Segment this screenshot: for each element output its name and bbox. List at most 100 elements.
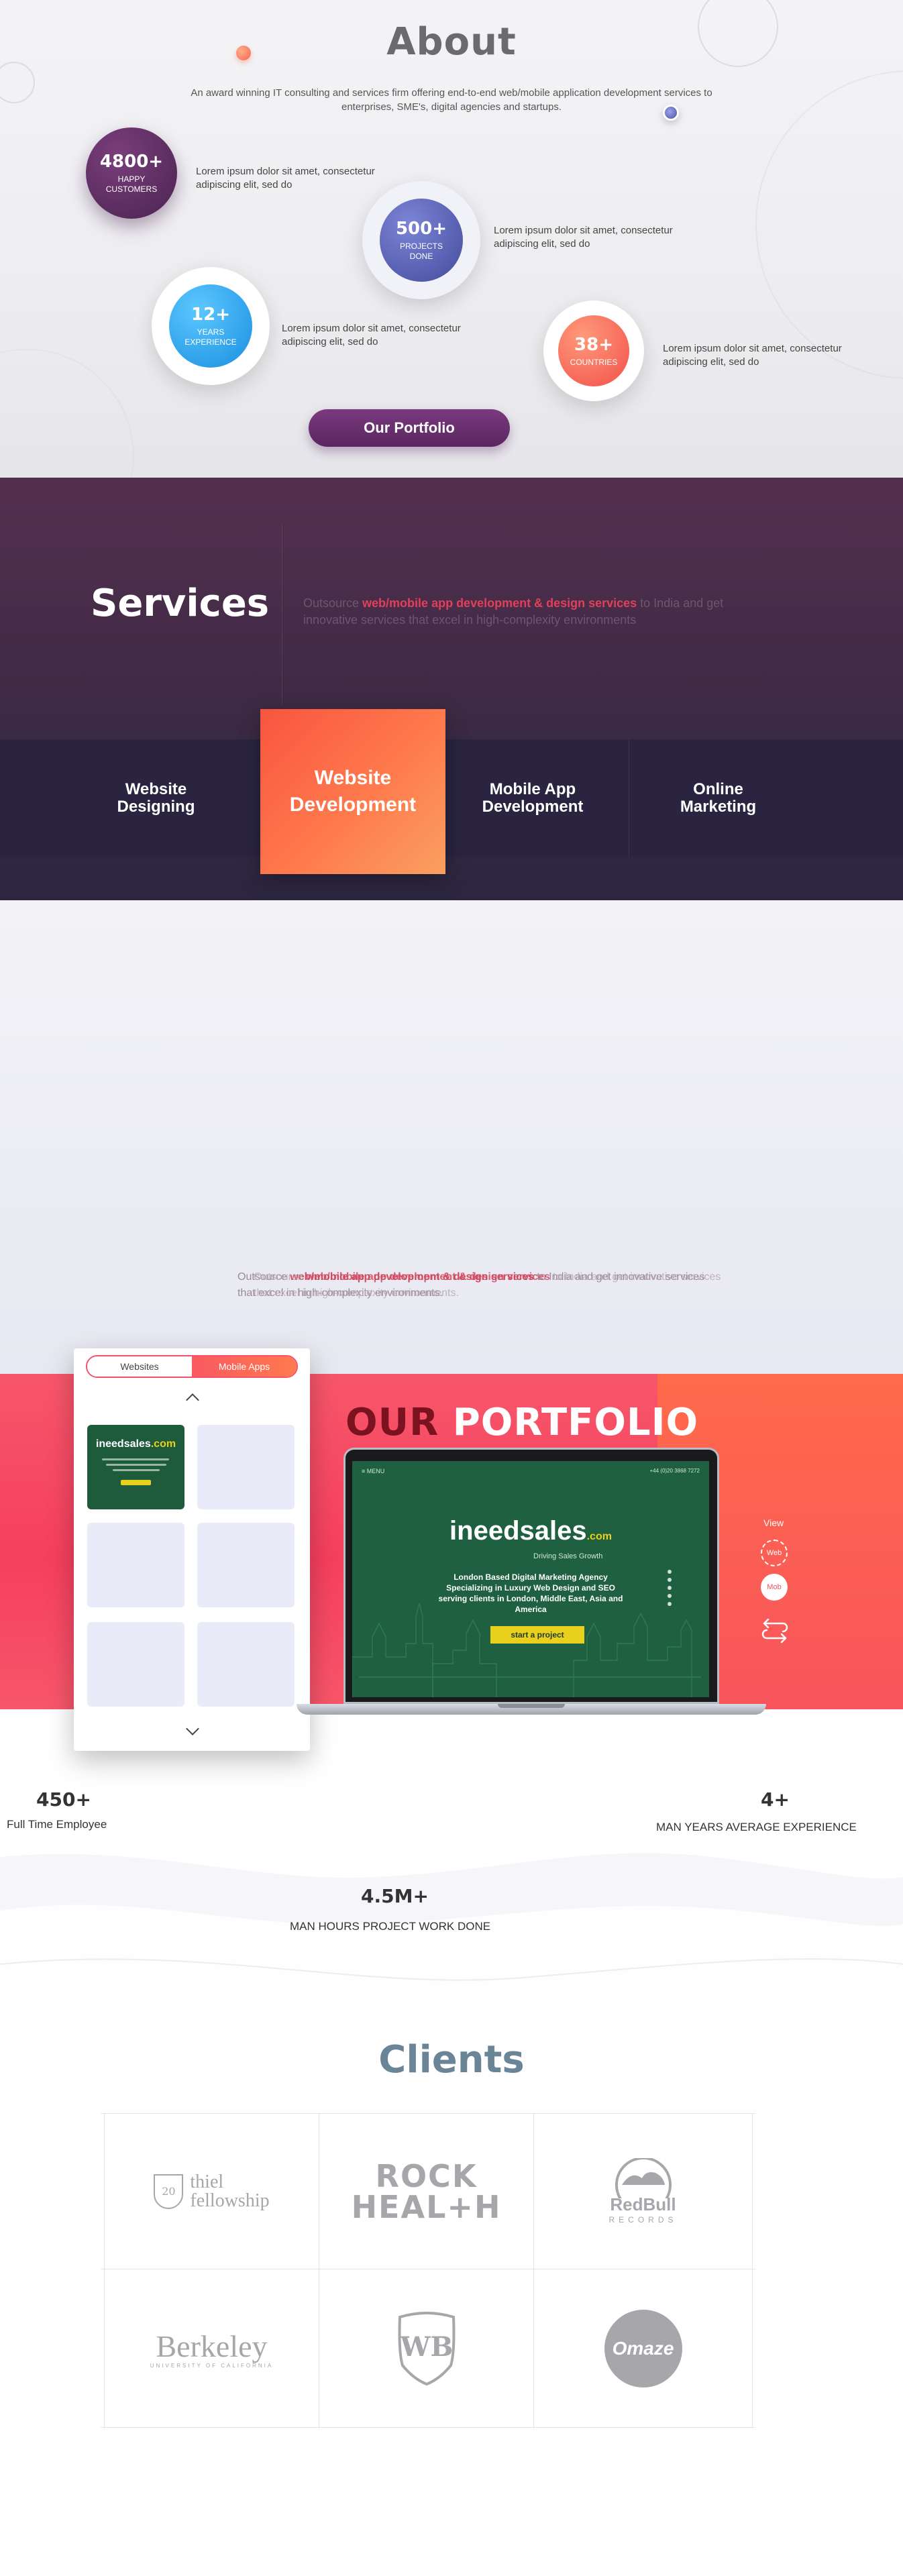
client-logo-omaze[interactable]: Omaze <box>534 2269 752 2427</box>
experience-number: 4+ <box>761 1788 790 1811</box>
stat-number: 4800+ <box>99 152 164 172</box>
decorative-ring <box>755 70 903 379</box>
tab-online-marketing[interactable]: Online Marketing <box>629 739 807 857</box>
thumb-brand: ineedsales.com <box>87 1438 184 1450</box>
portfolio-thumb-ineedsales[interactable]: ineedsales.com <box>87 1425 184 1509</box>
logo-text: fellowship <box>190 2190 270 2211</box>
view-web-button[interactable]: Web <box>761 1540 788 1566</box>
about-section: About An award winning IT consulting and… <box>0 0 903 478</box>
stat-label: HAPPY <box>117 174 146 184</box>
thiel-badge-text: 20 <box>162 2185 176 2198</box>
about-title: About <box>386 20 517 64</box>
experience-label: MAN YEARS AVERAGE EXPERIENCE <box>656 1821 857 1833</box>
stat-years-experience: 12+ YEARS EXPERIENCE <box>169 284 252 368</box>
screen-description: London Based Digital Marketing Agency Sp… <box>438 1572 623 1614</box>
red-bull-emblem-icon <box>615 2158 672 2198</box>
stat-number: 500+ <box>395 219 447 239</box>
portfolio-title-part1: OUR <box>346 1401 453 1444</box>
screen-slider-dots <box>668 1570 672 1610</box>
chevron-up-icon[interactable] <box>186 1393 199 1407</box>
swap-icon[interactable] <box>760 1615 790 1646</box>
client-logo-red-bull-records[interactable]: RedBull RECORDS <box>534 2114 752 2269</box>
thumb-line <box>113 1469 160 1471</box>
wb-shield-icon: WB <box>398 2311 455 2385</box>
client-logo-thiel-fellowship[interactable]: 20 thiel fellowship <box>105 2114 319 2269</box>
laptop-notch <box>498 1704 565 1708</box>
stat-countries: 38+ COUNTRIES <box>558 315 629 386</box>
logo-text: RedBull <box>610 2194 676 2214</box>
company-stats-section: 450+ Full Time Employee 4+ MAN YEARS AVE… <box>0 1709 903 2025</box>
screen-start-project-button: start a project <box>490 1626 584 1644</box>
employees-number: 450+ <box>36 1788 91 1811</box>
screen-brand-suffix: .com <box>586 1531 612 1542</box>
laptop-screen-preview: ≡ MENU +44 (0)20 3868 7272 ineedsales.co… <box>352 1461 709 1697</box>
screen-brand-text: ineedsales <box>449 1516 587 1546</box>
tab-websites[interactable]: Websites <box>87 1356 192 1377</box>
services-desc-prefix: Outsource <box>303 596 363 610</box>
omaze-badge: Omaze <box>604 2309 682 2387</box>
our-portfolio-button[interactable]: Our Portfolio <box>309 409 510 447</box>
clients-title: Clients <box>378 2038 525 2082</box>
screen-tagline: Driving Sales Growth <box>533 1552 603 1560</box>
portfolio-title: OUR PORTFOLIO <box>346 1401 698 1444</box>
client-logo-berkeley[interactable]: Berkeley UNIVERSITY OF CALIFORNIA <box>105 2269 319 2427</box>
grid-line <box>101 2427 755 2428</box>
hours-number: 4.5M+ <box>361 1885 429 1907</box>
portfolio-thumb-placeholder[interactable] <box>87 1622 184 1707</box>
clients-logo-grid: 20 thiel fellowship ROCK HEAL+H RedBull … <box>101 2113 755 2428</box>
client-logo-rock-health[interactable]: ROCK HEAL+H <box>319 2114 533 2269</box>
services-desc-highlight: web/mobile app development & design serv… <box>362 596 637 610</box>
thumb-line <box>102 1458 169 1460</box>
services-description: Outsource web/mobile app development & d… <box>303 595 773 629</box>
tab-mobile-app-development[interactable]: Mobile App Development <box>445 739 620 857</box>
stat-projects-done: 500+ PROJECTS DONE <box>380 199 463 282</box>
thiel-wordmark: thiel fellowship <box>190 2171 270 2211</box>
svg-text:WB: WB <box>399 2331 453 2363</box>
thumb-line <box>106 1464 166 1466</box>
logo-text: thiel <box>190 2171 224 2192</box>
employees-label: Full Time Employee <box>7 1818 107 1831</box>
stat-number: 38+ <box>574 334 613 355</box>
stat-label: YEARS <box>197 327 225 337</box>
logo-text: Berkeley <box>156 2328 268 2363</box>
hours-label: MAN HOURS PROJECT WORK DONE <box>290 1920 491 1933</box>
screen-phone: +44 (0)20 3868 7272 <box>649 1468 700 1474</box>
transition-section: Outsource web/mobile app development & d… <box>0 900 903 1374</box>
client-logo-warner-bros[interactable]: WB <box>319 2269 533 2427</box>
services-title: Services <box>91 582 270 625</box>
portfolio-thumb-placeholder[interactable] <box>87 1523 184 1607</box>
stat-label: CUSTOMERS <box>105 184 158 194</box>
stat-label: EXPERIENCE <box>184 337 237 347</box>
tab-mobile-apps[interactable]: Mobile Apps <box>192 1356 297 1377</box>
ghost-highlight: web/mobile app development & design serv… <box>306 1271 550 1283</box>
view-label: View <box>763 1517 784 1528</box>
stat-number: 12+ <box>191 305 230 325</box>
view-mobile-button[interactable]: Mob <box>761 1574 788 1601</box>
stat-description: Lorem ipsum dolor sit amet, consectetur … <box>663 343 842 368</box>
logo-text: Omaze <box>612 2337 674 2359</box>
stat-description: Lorem ipsum dolor sit amet, consectetur … <box>282 323 461 347</box>
tab-website-development[interactable]: Website Development <box>260 709 445 874</box>
decorative-ring <box>0 62 35 103</box>
tab-website-designing[interactable]: Website Designing <box>67 739 245 857</box>
thumb-brand-text: ineedsales <box>95 1438 151 1450</box>
ghost-prefix: Outsource <box>254 1271 307 1283</box>
portfolio-thumb-placeholder[interactable] <box>197 1622 295 1707</box>
logo-text: UNIVERSITY OF CALIFORNIA <box>150 2362 274 2369</box>
ghost-text-echo: Outsource web/mobile app development & d… <box>254 1269 723 1301</box>
logo-text: HEAL+H <box>351 2188 502 2225</box>
stat-label: PROJECTS <box>399 241 443 251</box>
portfolio-thumb-placeholder[interactable] <box>197 1425 295 1509</box>
stat-description: Lorem ipsum dolor sit amet, consectetur … <box>196 166 375 191</box>
stat-label: COUNTRIES <box>570 357 618 367</box>
portfolio-thumb-placeholder[interactable] <box>197 1523 295 1607</box>
stat-label: DONE <box>409 252 433 261</box>
logo-text: ROCK <box>375 2157 478 2194</box>
stat-description: Lorem ipsum dolor sit amet, consectetur … <box>494 225 673 250</box>
portfolio-tab-switch: Websites Mobile Apps <box>86 1355 298 1378</box>
services-section: Services Outsource web/mobile app develo… <box>0 478 903 900</box>
about-intro: An award winning IT consulting and servi… <box>191 87 712 113</box>
logo-text: RECORDS <box>608 2215 678 2224</box>
thiel-badge-icon: 20 <box>154 2174 184 2209</box>
thumb-button <box>121 1480 151 1485</box>
